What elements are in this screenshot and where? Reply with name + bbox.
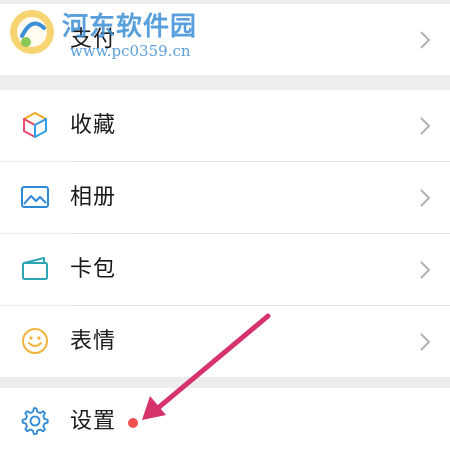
cube-icon [23,112,47,138]
menu-item-favorites-label: 收藏 [70,112,117,138]
menu-item-favorites[interactable]: 收藏 [0,90,450,161]
watermark: 河东软件园 www.pc0359.cn [0,0,210,70]
card-wallet-icon [22,257,48,280]
smiley-icon [22,328,48,354]
menu-item-album[interactable]: 相册 [0,162,450,233]
chevron-right-icon [420,116,431,135]
menu-item-settings-label: 设置 [70,409,117,434]
menu-item-settings[interactable]: 设置 [0,388,450,452]
image-icon [21,186,49,208]
menu-item-cards-label: 卡包 [70,256,117,282]
chevron-right-icon [420,260,431,279]
chevron-right-icon [420,30,431,49]
gear-icon [21,407,49,435]
watermark-title: 河东软件园 [62,12,198,42]
chevron-right-icon [420,332,431,351]
menu-item-cards[interactable]: 卡包 [0,234,450,305]
watermark-url: www.pc0359.cn [70,42,191,60]
notification-dot [128,418,138,428]
chevron-right-icon [420,188,431,207]
menu-item-stickers[interactable]: 表情 [0,306,450,377]
menu-item-album-label: 相册 [70,184,117,210]
watermark-logo-icon [10,10,54,54]
menu-item-stickers-label: 表情 [70,328,117,354]
